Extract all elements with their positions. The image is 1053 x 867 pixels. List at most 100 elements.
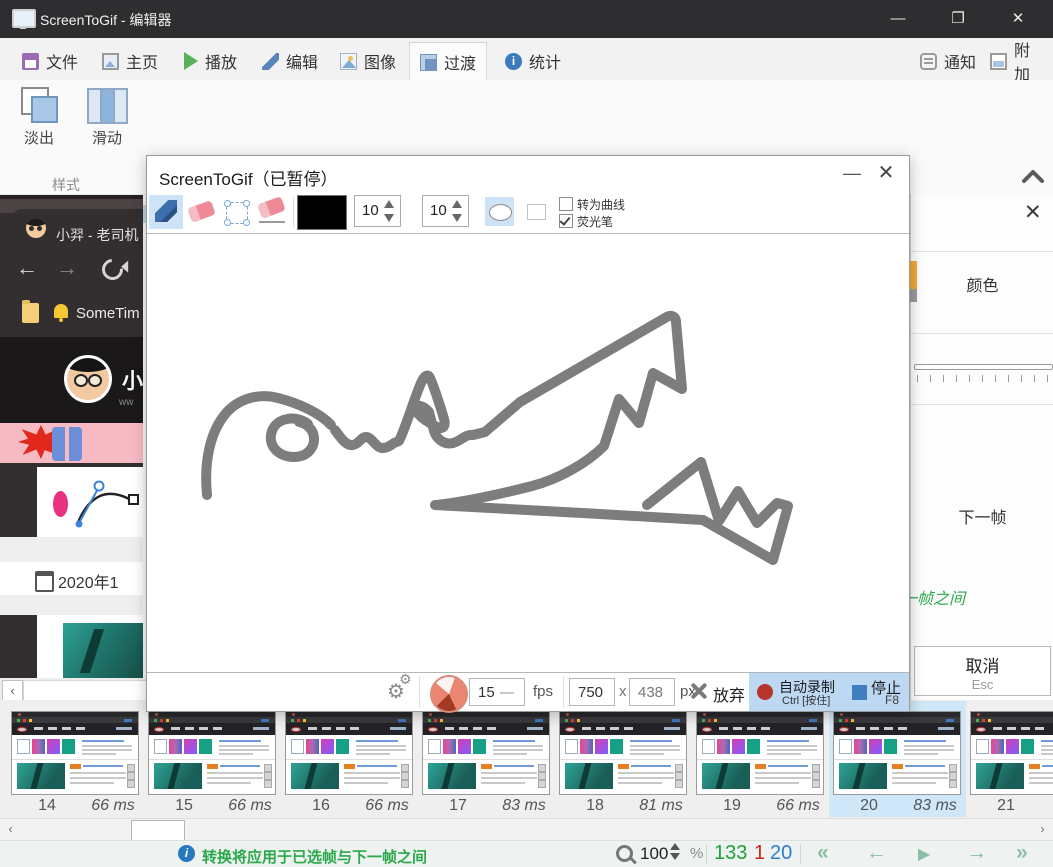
tab-statistics[interactable]: i 统计 [495, 42, 571, 80]
frame-cell[interactable]: 17 83 ms [418, 701, 555, 817]
frame-thumbnail[interactable] [833, 711, 961, 795]
tab-play-label: 播放 [205, 55, 238, 72]
fps-input[interactable]: 15 [469, 678, 525, 706]
height-input[interactable]: 438 [629, 678, 675, 706]
frame-thumbnail[interactable] [696, 711, 824, 795]
frame-thumbnail[interactable] [559, 711, 687, 795]
frame-cell[interactable]: 18 81 ms [555, 701, 692, 817]
pen-width-stepper[interactable]: 10 [354, 195, 401, 227]
bookmark-folder-icon[interactable] [22, 300, 39, 323]
panel-close-icon[interactable]: ✕ [1024, 202, 1042, 223]
frame-thumbnail[interactable] [285, 711, 413, 795]
status-bar: i 转换将应用于已选帧与下一帧之间 100 % 133 1 20 « ← ▶ →… [0, 840, 1053, 867]
bookmark-bell-icon[interactable] [54, 304, 68, 322]
stepper-up-icon[interactable] [452, 200, 462, 208]
close-button[interactable]: ✕ [995, 0, 1041, 38]
strip-scroll-right[interactable]: › [1034, 821, 1051, 838]
frame-cell[interactable]: 16 66 ms [281, 701, 418, 817]
frame-count-selected: 1 [754, 842, 766, 864]
strip-scroll-left[interactable]: ‹ [2, 821, 19, 838]
recorder-minimize-button[interactable]: — [837, 158, 867, 188]
bookmark-label[interactable]: SomeTim [76, 305, 140, 322]
tab-transition[interactable]: 过渡 [409, 42, 488, 81]
frame-cell[interactable]: 15 66 ms [144, 701, 281, 817]
ellipse-tip-icon [489, 204, 512, 221]
frame-thumbnail[interactable] [422, 711, 550, 795]
frame-cell[interactable]: 20 83 ms [829, 701, 966, 817]
nav-play-button[interactable]: ▶ [918, 844, 930, 864]
teal-photo [63, 623, 143, 678]
scroll-track[interactable] [23, 680, 147, 701]
browser-back-icon[interactable]: ← [16, 257, 38, 279]
fade-button[interactable]: 淡出 [8, 85, 70, 148]
convert-to-curve-checkbox[interactable]: 转为曲线 [559, 196, 625, 212]
checkbox-unchecked[interactable] [559, 197, 573, 211]
recorder-close-button[interactable]: ✕ [871, 158, 901, 188]
checkbox-checked[interactable] [559, 214, 573, 228]
stepper-down-icon[interactable] [452, 214, 462, 222]
webpage-card-illustration [37, 467, 143, 537]
pencil-tool-button[interactable] [149, 195, 183, 229]
erase-all-icon [257, 196, 286, 219]
frame-strip: 14 66 ms 15 66 ms 16 66 ms 17 83 ms 18 8… [0, 700, 1053, 818]
scroll-left-button[interactable]: ‹ [2, 680, 23, 701]
notifications-button[interactable]: 通知 [910, 42, 986, 80]
webpage-date-row: 2020年1 [0, 562, 143, 595]
tab-file[interactable]: 文件 [12, 42, 88, 80]
eraser-tool-icon [187, 200, 216, 223]
slide-button[interactable]: 滑动 [76, 85, 138, 148]
browser-refresh-icon[interactable] [97, 254, 128, 285]
frame-duration: 8 [1042, 797, 1053, 815]
tab-home[interactable]: 主页 [92, 42, 168, 80]
ellipse-tip-button[interactable] [485, 197, 514, 226]
nav-previous-button[interactable]: ← [866, 841, 887, 865]
pen-height-stepper[interactable]: 10 [422, 195, 469, 227]
tab-image[interactable]: 图像 [330, 42, 406, 80]
discard-x-icon[interactable] [689, 682, 707, 700]
settings-gear-icon[interactable]: ⚙ [387, 671, 411, 704]
selection-tool-button[interactable] [220, 195, 254, 229]
frame-thumbnail[interactable] [148, 711, 276, 795]
stepper-down-icon[interactable] [384, 214, 394, 222]
frame-duration: 66 ms [91, 797, 135, 814]
frame-cell[interactable]: 14 66 ms [7, 701, 144, 817]
frame-thumbnail[interactable] [970, 711, 1053, 795]
nav-next-button[interactable]: → [966, 841, 987, 865]
drawing-canvas[interactable] [147, 233, 909, 673]
frame-cell[interactable]: 19 66 ms [692, 701, 829, 817]
maximize-button[interactable]: ❐ [935, 0, 981, 38]
eraser-tool-button[interactable] [185, 195, 219, 229]
tab-play[interactable]: 播放 [174, 42, 247, 80]
attach-button[interactable]: 附加 [980, 42, 1053, 84]
ribbon-tab-row: 文件 主页 播放 编辑 图像 过渡 i 统计 通知 附加 [0, 38, 1053, 84]
rectangle-tip-button[interactable] [521, 197, 550, 226]
frame-thumbnail[interactable] [11, 711, 139, 795]
zoom-stepper[interactable] [670, 843, 680, 860]
pink-shape [53, 491, 68, 517]
width-value: 750 [578, 684, 604, 701]
minimize-button[interactable]: — [875, 0, 921, 38]
stepper-up-icon[interactable] [384, 200, 394, 208]
collapse-ribbon-icon[interactable] [1022, 168, 1044, 184]
strip-scroll-thumb[interactable] [131, 820, 185, 841]
browser-forward-icon[interactable]: → [56, 257, 78, 279]
color-swatch-black[interactable] [297, 195, 347, 230]
save-icon [22, 52, 39, 70]
zoom-value[interactable]: 100 [640, 844, 668, 864]
nav-first-button[interactable]: « [817, 841, 829, 865]
highlighter-label: 荧光笔 [577, 215, 614, 229]
nav-last-button[interactable]: » [1016, 841, 1028, 865]
highlighter-checkbox[interactable]: 荧光笔 [559, 213, 613, 229]
discard-label[interactable]: 放弃 [713, 682, 745, 706]
webpage-avatar [64, 355, 112, 403]
pencil-tool-icon [155, 200, 177, 222]
tab-edit[interactable]: 编辑 [252, 42, 328, 80]
tab-edit-label: 编辑 [286, 55, 319, 72]
transition-slider[interactable] [914, 364, 1053, 370]
width-input[interactable]: 750 [569, 678, 615, 706]
frame-cell[interactable]: 21 8 [966, 701, 1053, 817]
erase-all-tool-button[interactable] [255, 195, 289, 229]
frame-number: 17 [449, 797, 467, 814]
cancel-button[interactable]: 取消 Esc [914, 646, 1051, 696]
frame-count-total: 133 [714, 842, 748, 864]
